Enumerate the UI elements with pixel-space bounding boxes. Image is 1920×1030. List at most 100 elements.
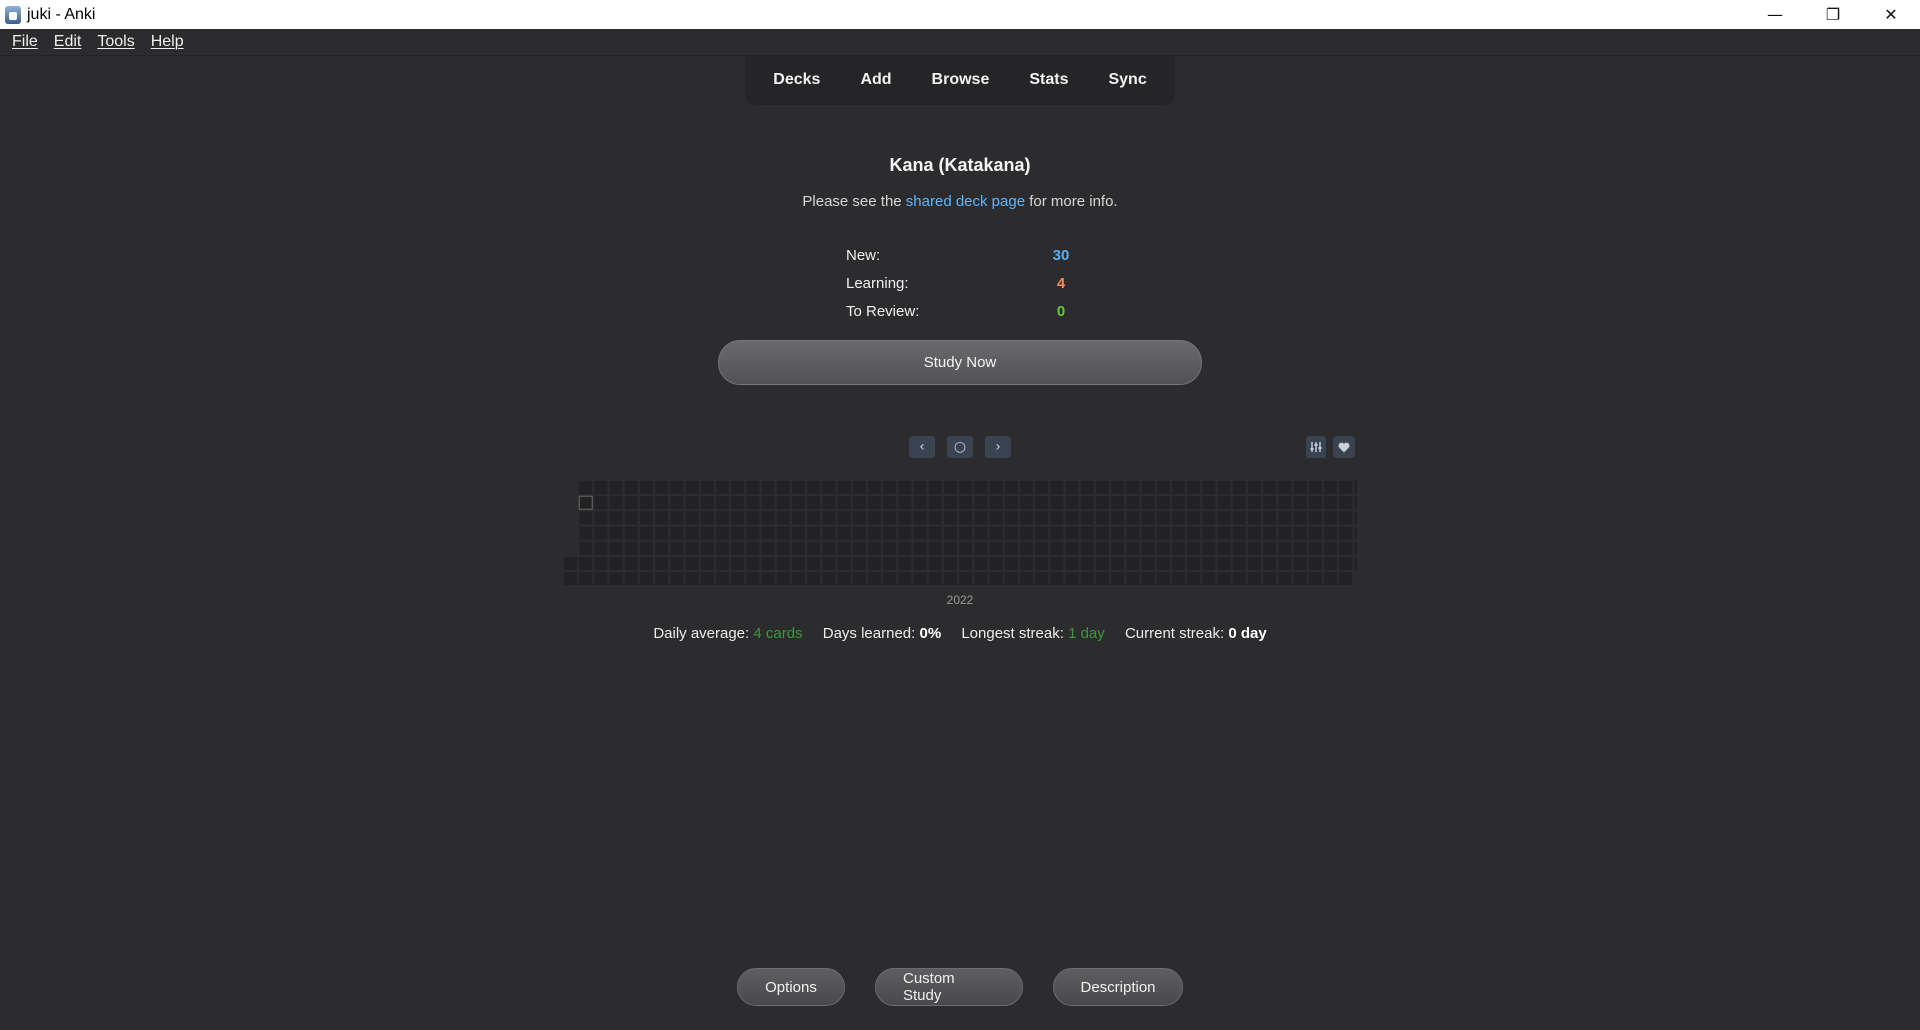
heatmap-day-cell[interactable]: [1020, 526, 1033, 540]
heatmap-day-cell[interactable]: [1293, 481, 1307, 494]
heatmap-day-cell[interactable]: [837, 481, 851, 494]
heatmap-day-cell[interactable]: [1278, 541, 1292, 555]
heatmap-day-cell[interactable]: [609, 572, 623, 585]
heatmap-day-cell[interactable]: [1278, 557, 1292, 570]
heatmap-day-cell[interactable]: [1278, 496, 1292, 510]
heatmap-day-cell[interactable]: [1308, 572, 1322, 585]
heatmap-day-cell[interactable]: [716, 526, 729, 540]
heatmap-day-cell[interactable]: [959, 481, 973, 494]
heatmap-day-cell[interactable]: [579, 572, 593, 585]
heatmap-day-cell[interactable]: [1065, 572, 1079, 585]
heatmap-day-cell[interactable]: [1096, 572, 1109, 585]
heatmap-day-cell[interactable]: [1065, 481, 1079, 494]
heatmap-day-cell[interactable]: [1080, 557, 1094, 570]
heatmap-day-cell[interactable]: [1096, 541, 1109, 555]
close-button[interactable]: ✕: [1862, 0, 1920, 29]
heatmap-day-cell[interactable]: [655, 572, 669, 585]
heatmap-day-cell[interactable]: [1263, 541, 1277, 555]
heatmap-day-cell[interactable]: [1324, 481, 1337, 494]
heatmap-day-cell[interactable]: [1354, 526, 1357, 540]
heatmap-day-cell[interactable]: [1126, 541, 1140, 555]
heatmap-day-cell[interactable]: [807, 541, 821, 555]
heatmap-day-cell[interactable]: [1324, 526, 1337, 540]
menu-edit[interactable]: Edit: [54, 33, 82, 51]
heatmap-day-cell[interactable]: [1187, 511, 1201, 525]
heatmap-day-cell[interactable]: [1232, 481, 1246, 494]
heatmap-day-cell[interactable]: [1141, 496, 1155, 510]
heatmap-day-cell[interactable]: [1004, 557, 1018, 570]
heatmap-day-cell[interactable]: [944, 572, 957, 585]
heatmap-day-cell[interactable]: [883, 541, 897, 555]
heatmap-day-cell[interactable]: [1217, 541, 1231, 555]
heatmap-day-cell[interactable]: [1293, 496, 1307, 510]
heatmap-day-cell[interactable]: [1141, 541, 1155, 555]
heatmap-day-cell[interactable]: [1172, 481, 1185, 494]
heatmap-day-cell[interactable]: [640, 526, 653, 540]
heatmap-day-cell[interactable]: [564, 572, 577, 585]
heatmap-day-cell[interactable]: [898, 541, 912, 555]
heatmap-day-cell[interactable]: [1248, 511, 1261, 525]
heatmap-day-cell[interactable]: [1141, 481, 1155, 494]
heatmap-day-cell[interactable]: [1217, 511, 1231, 525]
heatmap-day-cell[interactable]: [624, 572, 638, 585]
heatmap-day-cell[interactable]: [640, 572, 653, 585]
heatmap-day-cell[interactable]: [1004, 496, 1018, 510]
heatmap-day-cell[interactable]: [944, 526, 957, 540]
heatmap-day-cell[interactable]: [837, 496, 851, 510]
heatmap-day-cell[interactable]: [640, 511, 653, 525]
heatmap-day-cell[interactable]: [776, 526, 790, 540]
heatmap-day-cell[interactable]: [685, 541, 699, 555]
heatmap-day-cell[interactable]: [868, 557, 881, 570]
heatmap-day-cell[interactable]: [746, 496, 760, 510]
heatmap-day-cell[interactable]: [928, 481, 942, 494]
heatmap-day-cell[interactable]: [594, 496, 608, 510]
heatmap-day-cell[interactable]: [1202, 557, 1216, 570]
heatmap-day-cell[interactable]: [761, 526, 775, 540]
heatmap-day-cell[interactable]: [898, 526, 912, 540]
heatmap-day-cell[interactable]: [868, 572, 881, 585]
heatmap-day-cell[interactable]: [898, 557, 912, 570]
heatmap-day-cell[interactable]: [1217, 526, 1231, 540]
heatmap-day-cell[interactable]: [928, 572, 942, 585]
heatmap-day-cell[interactable]: [579, 511, 593, 525]
heatmap-day-cell[interactable]: [1126, 511, 1140, 525]
heatmap-day-cell[interactable]: [944, 541, 957, 555]
heatmap-day-cell[interactable]: [1004, 526, 1018, 540]
heatmap-day-cell[interactable]: [1004, 572, 1018, 585]
heatmap-day-cell[interactable]: [1202, 481, 1216, 494]
heatmap-day-cell[interactable]: [837, 526, 851, 540]
heatmap-day-cell[interactable]: [685, 481, 699, 494]
heatmap-day-cell[interactable]: [731, 572, 745, 585]
heatmap-day-cell[interactable]: [822, 511, 836, 525]
heatmap-day-cell[interactable]: [1126, 572, 1140, 585]
heatmap-day-cell[interactable]: [1080, 526, 1094, 540]
heatmap-day-cell[interactable]: [609, 557, 623, 570]
heatmap-day-cell[interactable]: [913, 557, 927, 570]
heatmap-day-cell[interactable]: [761, 541, 775, 555]
heatmap-day-cell[interactable]: [776, 481, 790, 494]
heatmap-day-cell[interactable]: [1111, 496, 1125, 510]
heatmap-prev-button[interactable]: ‹: [909, 436, 935, 458]
heatmap-day-cell[interactable]: [1156, 557, 1170, 570]
heatmap-day-cell[interactable]: [1050, 541, 1064, 555]
heatmap-day-cell[interactable]: [609, 496, 623, 510]
heatmap-day-cell[interactable]: [1187, 481, 1201, 494]
heatmap-day-cell[interactable]: [1111, 541, 1125, 555]
heatmap-day-cell[interactable]: [761, 572, 775, 585]
heatmap-day-cell[interactable]: [1035, 496, 1049, 510]
heatmap-day-cell[interactable]: [883, 526, 897, 540]
heatmap-day-cell[interactable]: [822, 526, 836, 540]
heatmap-day-cell[interactable]: [807, 557, 821, 570]
heatmap-day-cell[interactable]: [1202, 511, 1216, 525]
heatmap-day-cell[interactable]: [609, 481, 623, 494]
heatmap-day-cell[interactable]: [731, 496, 745, 510]
heatmap-day-cell[interactable]: [655, 526, 669, 540]
heatmap-day-cell[interactable]: [989, 481, 1003, 494]
heatmap-day-cell[interactable]: [1126, 481, 1140, 494]
heatmap-day-cell[interactable]: [670, 557, 684, 570]
nav-browse[interactable]: Browse: [912, 71, 1010, 89]
heatmap-day-cell[interactable]: [1263, 526, 1277, 540]
heatmap-day-cell[interactable]: [868, 481, 881, 494]
heatmap-day-cell[interactable]: [670, 496, 684, 510]
heatmap-day-cell[interactable]: [913, 496, 927, 510]
